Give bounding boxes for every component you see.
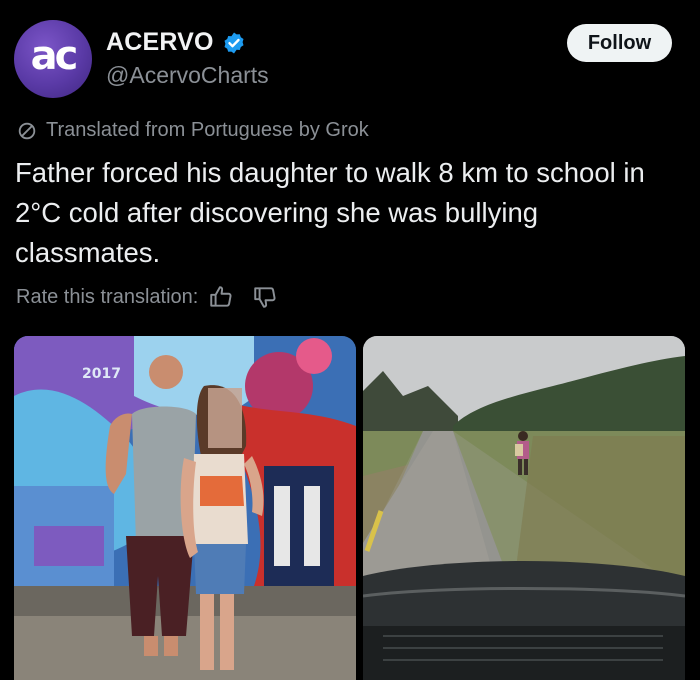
author-name-row: ACERVO (106, 28, 246, 57)
photo-girl-walking-on-road (363, 336, 685, 680)
mural-graffiti-text: 2017 (82, 366, 121, 382)
verified-badge-icon (224, 32, 244, 53)
rate-translation-row: Rate this translation: (16, 284, 278, 310)
thumbs-down-icon[interactable] (252, 284, 278, 310)
post-header: ac ACERVO @AcervoCharts Follow (0, 0, 700, 110)
thumbs-up-icon[interactable] (208, 284, 234, 310)
translate-icon (18, 122, 36, 139)
translation-notice-text: Translated from Portuguese by Grok (46, 119, 369, 141)
post-text: Father forced his daughter to walk 8 km … (15, 157, 645, 268)
post-image-father-daughter[interactable]: 2017 (14, 336, 356, 680)
author-name[interactable]: ACERVO (106, 28, 214, 57)
avatar[interactable]: ac (14, 20, 92, 98)
translation-notice: Translated from Portuguese by Grok (16, 119, 369, 142)
post-image-walking-road[interactable] (363, 336, 685, 680)
author-handle[interactable]: @AcervoCharts (106, 62, 269, 89)
follow-button[interactable]: Follow (567, 24, 672, 62)
photo-father-daughter-mural: 2017 (14, 336, 356, 680)
rate-translation-label: Rate this translation: (16, 285, 199, 308)
avatar-logo-text: ac (30, 33, 79, 79)
